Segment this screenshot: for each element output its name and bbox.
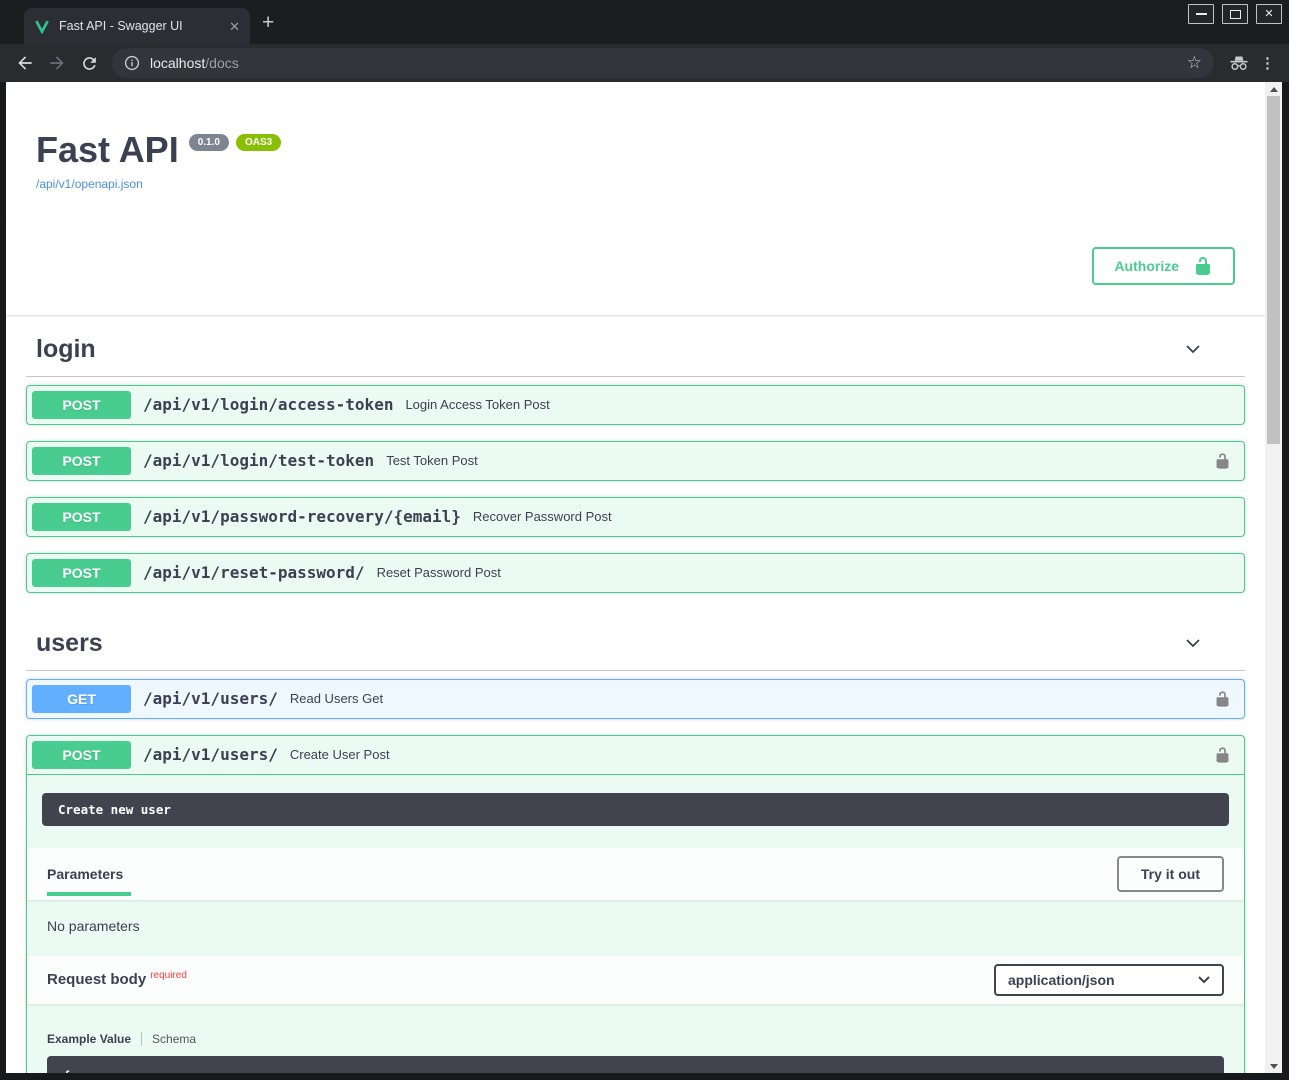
operation-row[interactable]: POST /api/v1/login/access-token Login Ac…: [26, 385, 1245, 425]
auth-lock-button[interactable]: [1214, 689, 1231, 709]
tab-title: Fast API - Swagger UI: [59, 19, 220, 33]
tab-example-value[interactable]: Example Value: [47, 1032, 131, 1046]
tag-name: users: [36, 629, 103, 658]
close-button[interactable]: ✕: [1256, 4, 1282, 24]
auth-lock-button[interactable]: [1214, 451, 1231, 471]
auth-lock-button[interactable]: [1214, 745, 1231, 765]
forward-button[interactable]: [42, 48, 72, 78]
media-type-value: application/json: [1008, 972, 1115, 988]
chevron-down-icon[interactable]: [1183, 339, 1203, 359]
operation-summary: Recover Password Post: [473, 509, 1239, 524]
unlock-icon: [1214, 745, 1231, 765]
try-it-out-button[interactable]: Try it out: [1117, 856, 1224, 892]
no-parameters-text: No parameters: [27, 900, 1244, 956]
operation-summary: Read Users Get: [290, 691, 1214, 706]
tab-parameters: Parameters: [47, 860, 123, 896]
scroll-up-arrow[interactable]: [1265, 82, 1282, 96]
chevron-down-icon: [1198, 976, 1210, 984]
authorize-button[interactable]: Authorize: [1092, 247, 1235, 285]
page-scrollbar[interactable]: [1265, 82, 1282, 1073]
swagger-ui: Fast API 0.1.0 OAS3 /api/v1/openapi.json…: [6, 82, 1265, 1073]
operation-summary: Login Access Token Post: [405, 397, 1239, 412]
operation-summary: Test Token Post: [386, 453, 1214, 468]
reload-icon: [80, 54, 99, 73]
unlock-icon: [1214, 451, 1231, 471]
operation-row[interactable]: POST /api/v1/password-recovery/{email} R…: [26, 497, 1245, 537]
scrollbar-thumb[interactable]: [1267, 96, 1280, 444]
request-body-header: Request body required application/json: [27, 956, 1244, 1004]
operation-path: /api/v1/users/: [143, 689, 278, 708]
url-text[interactable]: localhost/docs: [150, 55, 1177, 71]
tab-schema[interactable]: Schema: [152, 1032, 196, 1046]
reload-button[interactable]: [74, 48, 104, 78]
url-host: localhost: [150, 55, 205, 71]
tab-divider: [141, 1032, 142, 1046]
operation-row-expanded[interactable]: POST /api/v1/users/ Create User Post Cre…: [26, 735, 1245, 1073]
new-tab-button[interactable]: +: [262, 12, 274, 33]
authorize-label: Authorize: [1114, 258, 1179, 274]
example-code-block[interactable]: {: [47, 1056, 1224, 1073]
tag-header-login[interactable]: login: [26, 315, 1245, 377]
operation-path: /api/v1/login/test-token: [143, 451, 374, 470]
tab-close-icon[interactable]: ✕: [229, 20, 240, 33]
fastapi-favicon-icon: [34, 18, 50, 34]
active-tab-underline: [47, 892, 131, 896]
operation-path: /api/v1/password-recovery/{email}: [143, 507, 461, 526]
method-badge: POST: [32, 559, 131, 587]
parameters-header: Parameters Try it out: [27, 848, 1244, 900]
request-body-label: Request body: [47, 971, 146, 988]
model-example-tabs: Example Value Schema: [27, 1004, 1244, 1056]
media-type-select[interactable]: application/json: [994, 964, 1224, 996]
operation-summary: Create User Post: [290, 747, 1214, 762]
scheme-container: Authorize: [6, 217, 1265, 315]
browser-window: Fast API - Swagger UI ✕ + ✕ localhost/do…: [0, 0, 1289, 1080]
operation-row[interactable]: POST /api/v1/reset-password/ Reset Passw…: [26, 553, 1245, 593]
browser-menu-icon[interactable]: ⋮: [1260, 54, 1275, 72]
tag-operations-users: GET /api/v1/users/ Read Users Get POST /…: [26, 671, 1245, 1073]
tab-strip: Fast API - Swagger UI ✕ + ✕: [0, 0, 1289, 44]
bookmark-star-icon[interactable]: ☆: [1187, 53, 1202, 73]
openapi-spec-link[interactable]: /api/v1/openapi.json: [36, 177, 143, 191]
operation-row[interactable]: POST /api/v1/login/test-token Test Token…: [26, 441, 1245, 481]
back-arrow-icon: [15, 53, 35, 73]
maximize-button[interactable]: [1222, 4, 1248, 24]
method-badge: POST: [32, 741, 131, 769]
url-path: /docs: [205, 55, 238, 71]
window-controls: ✕: [1188, 4, 1282, 24]
operation-summary: Reset Password Post: [377, 565, 1239, 580]
browser-tab[interactable]: Fast API - Swagger UI ✕: [24, 8, 250, 44]
oas3-badge: OAS3: [236, 134, 281, 151]
chevron-down-icon[interactable]: [1183, 633, 1203, 653]
method-badge: POST: [32, 391, 131, 419]
back-button[interactable]: [10, 48, 40, 78]
page-title: Fast API: [36, 130, 179, 170]
tag-name: login: [36, 335, 96, 364]
unlock-icon: [1214, 689, 1231, 709]
operation-row[interactable]: GET /api/v1/users/ Read Users Get: [26, 679, 1245, 719]
method-badge: POST: [32, 447, 131, 475]
tag-header-users[interactable]: users: [26, 609, 1245, 671]
scroll-down-arrow[interactable]: [1265, 1059, 1282, 1073]
api-info: Fast API 0.1.0 OAS3 /api/v1/openapi.json: [26, 82, 1245, 193]
tag-operations-login: POST /api/v1/login/access-token Login Ac…: [26, 377, 1245, 593]
incognito-icon: [1228, 55, 1250, 71]
version-badge: 0.1.0: [189, 134, 229, 151]
browser-toolbar: localhost/docs ☆ ⋮: [0, 44, 1289, 82]
method-badge: POST: [32, 503, 131, 531]
operation-path: /api/v1/reset-password/: [143, 563, 365, 582]
operation-path: /api/v1/login/access-token: [143, 395, 393, 414]
forward-arrow-icon: [47, 53, 67, 73]
incognito-button[interactable]: [1224, 48, 1254, 78]
operation-body: Create new user Parameters Try it out No…: [27, 793, 1244, 1073]
page-content: Fast API 0.1.0 OAS3 /api/v1/openapi.json…: [6, 82, 1282, 1073]
operation-description: Create new user: [42, 793, 1229, 826]
minimize-button[interactable]: [1188, 4, 1214, 24]
operation-path: /api/v1/users/: [143, 745, 278, 764]
required-flag: required: [150, 970, 187, 981]
site-info-icon[interactable]: [124, 55, 140, 71]
address-bar[interactable]: localhost/docs ☆: [112, 48, 1214, 78]
unlock-icon: [1193, 256, 1213, 276]
method-badge: GET: [32, 685, 131, 713]
